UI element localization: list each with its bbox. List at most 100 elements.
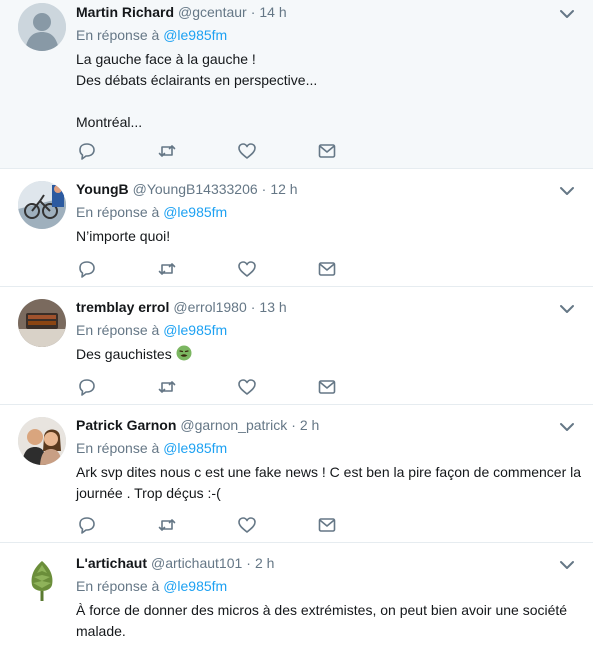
reply-prefix: En réponse à xyxy=(76,440,160,456)
tweet-text: À force de donner des micros à des extré… xyxy=(76,600,577,642)
envelope-icon xyxy=(318,262,336,276)
tweet-text: La gauche face à la gauche ! Des débats … xyxy=(76,49,553,133)
author-name[interactable]: Martin Richard xyxy=(76,4,174,20)
tweet-youngb[interactable]: YoungB @YoungB14333206 · 12 h En réponse à … xyxy=(0,169,593,287)
reply-icon xyxy=(79,517,95,534)
tweet-actions xyxy=(76,376,396,398)
retweet-button[interactable] xyxy=(156,376,236,398)
tweet-text-line: La gauche face à la gauche ! xyxy=(76,51,256,67)
reply-icon xyxy=(79,143,95,160)
more-options-button[interactable] xyxy=(557,417,577,437)
retweet-icon xyxy=(158,519,176,531)
artichoke-icon xyxy=(18,555,66,603)
more-options-button[interactable] xyxy=(557,555,577,575)
tweet-content: Martin Richard @gcentaur · 14 h En réponse … xyxy=(76,0,553,133)
reply-icon xyxy=(79,261,95,278)
direct-message-button[interactable] xyxy=(316,140,396,162)
reply-prefix: En réponse à xyxy=(76,27,160,43)
tweet-martin-richard[interactable]: Martin Richard @gcentaur · 14 h En réponse … xyxy=(0,0,593,169)
envelope-icon xyxy=(318,144,336,158)
separator: · xyxy=(291,417,296,433)
chevron-down-icon xyxy=(560,10,574,18)
avatar-youngb[interactable] xyxy=(18,181,66,229)
avatar-patrick-garnon[interactable] xyxy=(18,417,66,465)
tweet-header: Patrick Garnon @garnon_patrick · 2 h xyxy=(76,414,577,436)
reply-context: En réponse à @le985fm xyxy=(76,576,577,596)
separator: · xyxy=(250,299,256,315)
tweet-text-line: Montréal... xyxy=(76,114,143,130)
reply-button[interactable] xyxy=(76,376,156,398)
reply-context: En réponse à @le985fm xyxy=(76,320,553,340)
nauseated-face-emoji xyxy=(176,345,192,361)
reply-mention-link[interactable]: @le985fm xyxy=(163,578,227,594)
chevron-down-icon xyxy=(560,305,574,313)
avatar-default[interactable] xyxy=(18,3,66,51)
retweet-icon xyxy=(158,381,176,393)
retweet-button[interactable] xyxy=(156,258,236,280)
like-button[interactable] xyxy=(236,140,316,162)
reply-context: En réponse à @le985fm xyxy=(76,438,577,458)
author-handle[interactable]: @gcentaur xyxy=(178,4,247,20)
reply-mention-link[interactable]: @le985fm xyxy=(163,322,227,338)
like-button[interactable] xyxy=(236,514,316,536)
reply-button[interactable] xyxy=(76,514,156,536)
tweet-header: tremblay errol @errol1980 · 13 h xyxy=(76,296,553,318)
like-button[interactable] xyxy=(236,258,316,280)
direct-message-button[interactable] xyxy=(316,258,396,280)
avatar-lartichaut[interactable] xyxy=(18,555,66,603)
reply-button[interactable] xyxy=(76,258,156,280)
timestamp[interactable]: 13 h xyxy=(259,299,286,315)
tweet-text-line: Des débats éclairants en perspective... xyxy=(76,72,318,88)
reply-prefix: En réponse à xyxy=(76,204,160,220)
tweet-text-segment: Des gauchistes xyxy=(76,346,172,362)
tweet-tremblay-errol[interactable]: tremblay errol @errol1980 · 13 h En réponse… xyxy=(0,287,593,405)
author-name[interactable]: YoungB xyxy=(76,181,129,197)
timestamp[interactable]: 14 h xyxy=(259,4,286,20)
direct-message-button[interactable] xyxy=(316,376,396,398)
tweet-text-line: À force de donner des micros à des extré… xyxy=(76,602,568,618)
tweet-actions xyxy=(76,140,396,162)
separator: · xyxy=(250,4,256,20)
profile-photo-icon xyxy=(18,417,66,465)
profile-photo-icon xyxy=(18,181,66,229)
author-name[interactable]: tremblay errol xyxy=(76,299,169,315)
reply-mention-link[interactable]: @le985fm xyxy=(163,440,227,456)
timestamp[interactable]: 12 h xyxy=(270,181,297,197)
reply-icon xyxy=(79,379,95,396)
direct-message-button[interactable] xyxy=(316,514,396,536)
avatar-tremblay-errol[interactable] xyxy=(18,299,66,347)
author-name[interactable]: L'artichaut xyxy=(76,555,147,571)
author-name[interactable]: Patrick Garnon xyxy=(76,417,176,433)
tweet-header: Martin Richard @gcentaur · 14 h xyxy=(76,1,553,23)
reply-button[interactable] xyxy=(76,140,156,162)
chevron-down-icon xyxy=(560,561,574,569)
author-handle[interactable]: @YoungB14333206 xyxy=(133,181,258,197)
author-handle[interactable]: @errol1980 xyxy=(173,299,246,315)
retweet-button[interactable] xyxy=(156,140,236,162)
chevron-down-icon xyxy=(560,423,574,431)
more-options-button[interactable] xyxy=(557,181,577,201)
heart-icon xyxy=(238,143,256,159)
tweet-patrick-garnon[interactable]: Patrick Garnon @garnon_patrick · 2 h En rép… xyxy=(0,405,593,543)
reply-prefix: En réponse à xyxy=(76,578,160,594)
timestamp[interactable]: 2 h xyxy=(255,555,274,571)
tweet-text: Ark svp dites nous c est une fake news !… xyxy=(76,462,581,504)
more-options-button[interactable] xyxy=(557,299,577,319)
tweet-content: YoungB @YoungB14333206 · 12 h En réponse à … xyxy=(76,169,553,247)
tweet-content: L'artichaut @artichaut101 · 2 h En réponse … xyxy=(76,543,577,642)
timestamp[interactable]: 2 h xyxy=(300,417,319,433)
reply-feed: Martin Richard @gcentaur · 14 h En réponse … xyxy=(0,0,593,653)
author-handle[interactable]: @artichaut101 xyxy=(151,555,242,571)
reply-mention-link[interactable]: @le985fm xyxy=(163,204,227,220)
heart-icon xyxy=(238,517,256,533)
like-button[interactable] xyxy=(236,376,316,398)
tweet-lartichaut[interactable]: L'artichaut @artichaut101 · 2 h En réponse … xyxy=(0,543,593,653)
more-options-button[interactable] xyxy=(557,4,577,24)
author-handle[interactable]: @garnon_patrick xyxy=(180,417,287,433)
retweet-button[interactable] xyxy=(156,514,236,536)
heart-icon xyxy=(238,379,256,395)
tweet-text: N’importe quoi! xyxy=(76,226,553,247)
tweet-text: Des gauchistes xyxy=(76,344,553,365)
tweet-content: tremblay errol @errol1980 · 13 h En réponse… xyxy=(76,287,553,365)
reply-mention-link[interactable]: @le985fm xyxy=(163,27,227,43)
